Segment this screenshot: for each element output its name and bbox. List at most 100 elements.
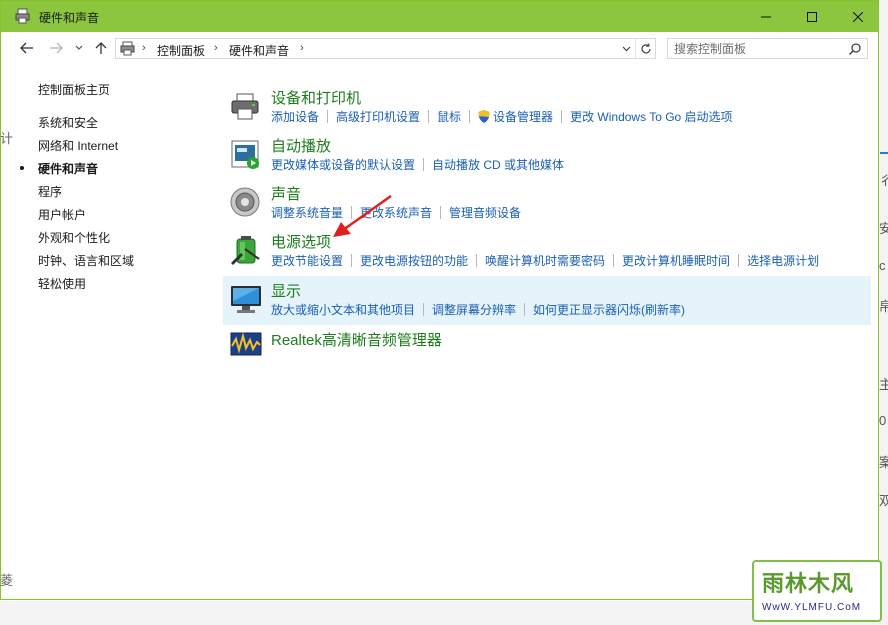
address-bar[interactable]: › 控制面板 › 硬件和声音 › [115, 38, 656, 59]
link-divider [351, 254, 353, 267]
background-text: 主 [879, 377, 888, 392]
background-text: 0 [879, 413, 887, 428]
background-text: 案 [879, 455, 888, 470]
forward-button[interactable] [48, 40, 64, 56]
uac-shield-icon [478, 110, 490, 123]
site-watermark: 雨林木风 WwW.YLMFU.CoM [752, 560, 882, 622]
category-devices-printers: 设备和打印机 添加设备 高级打印机设置 鼠标 设备管理器 更改 Windows To G… [223, 85, 871, 131]
sidebar-item-appearance[interactable]: 外观和个性化 [38, 229, 110, 246]
chevron-down-icon [75, 45, 83, 50]
recent-locations-button[interactable] [73, 40, 85, 56]
sidebar-item-ease-of-access[interactable]: 轻松使用 [38, 275, 86, 292]
category-links: 更改节能设置 更改电源按钮的功能 唤醒计算机时需要密码 更改计算机睡眠时间 选择电源计划 [271, 252, 819, 269]
category-title[interactable]: 声音 [271, 183, 301, 204]
up-button[interactable] [93, 40, 109, 56]
link-fix-flicker[interactable]: 如何更正显示器闪烁(刷新率) [533, 301, 685, 318]
breadcrumb-separator: › [142, 42, 146, 54]
control-panel-icon [120, 41, 135, 56]
breadcrumb-control-panel[interactable]: 控制面板 [157, 42, 205, 59]
maximize-icon [807, 11, 817, 22]
realtek-audio-icon [230, 332, 262, 356]
close-icon [853, 11, 863, 22]
link-advanced-printer-settings[interactable]: 高级打印机设置 [336, 108, 420, 125]
minimize-button[interactable] [743, 1, 789, 32]
sidebar-item-network-internet[interactable]: 网络和 Internet [38, 137, 118, 154]
link-divider [469, 110, 471, 123]
link-change-media-defaults[interactable]: 更改媒体或设备的默认设置 [271, 156, 415, 173]
printer-icon [231, 93, 259, 120]
category-title[interactable]: 电源选项 [271, 231, 331, 252]
chevron-down-icon [622, 46, 630, 51]
link-divider [440, 206, 442, 219]
maximize-button[interactable] [789, 1, 835, 32]
link-change-sleep-time[interactable]: 更改计算机睡眠时间 [622, 252, 730, 269]
address-dropdown-button[interactable] [619, 41, 633, 56]
category-links: 添加设备 高级打印机设置 鼠标 设备管理器 更改 Windows To Go 启动选项 [271, 108, 733, 125]
link-mouse[interactable]: 鼠标 [437, 108, 461, 125]
link-manage-audio-devices[interactable]: 管理音频设备 [449, 204, 521, 221]
link-device-manager[interactable]: 设备管理器 [493, 108, 553, 125]
link-require-password-on-wake[interactable]: 唤醒计算机时需要密码 [485, 252, 605, 269]
background-text: 双 [879, 493, 888, 508]
link-divider [561, 110, 563, 123]
back-arrow-icon [20, 42, 33, 54]
sidebar-item-programs[interactable]: 程序 [38, 183, 62, 200]
search-icon[interactable] [848, 42, 862, 56]
sidebar-item-hardware-sound[interactable]: 硬件和声音 [38, 160, 98, 177]
link-divider [327, 110, 329, 123]
refresh-icon [641, 43, 651, 53]
navigation-bar: › 控制面板 › 硬件和声音 › [1, 32, 878, 65]
title-bar[interactable]: 硬件和声音 [1, 1, 878, 32]
link-power-button-function[interactable]: 更改电源按钮的功能 [360, 252, 468, 269]
link-divider [423, 158, 425, 171]
background-text: с [879, 258, 886, 273]
category-links: 调整系统音量 更改系统声音 管理音频设备 [271, 204, 521, 221]
sidebar-item-clock-language-region[interactable]: 时钟、语言和区域 [38, 252, 134, 269]
link-divider [524, 303, 526, 316]
link-screen-resolution[interactable]: 调整屏幕分辨率 [432, 301, 516, 318]
hardware-sound-icon [15, 8, 30, 24]
battery-icon [231, 236, 260, 265]
close-button[interactable] [835, 1, 881, 32]
link-autoplay-cd[interactable]: 自动播放 CD 或其他媒体 [432, 156, 564, 173]
search-input[interactable] [674, 40, 844, 57]
link-divider [613, 254, 615, 267]
background-text: 安 [879, 221, 888, 236]
annotation-arrow [333, 194, 392, 237]
search-box[interactable] [667, 38, 868, 59]
background-text: 菱 [0, 573, 14, 588]
active-item-bullet [20, 166, 24, 170]
back-button[interactable] [19, 40, 35, 56]
link-choose-power-plan[interactable]: 选择电源计划 [747, 252, 819, 269]
link-change-power-saving[interactable]: 更改节能设置 [271, 252, 343, 269]
link-add-device[interactable]: 添加设备 [271, 108, 319, 125]
category-title[interactable]: 设备和打印机 [271, 87, 361, 108]
watermark-logo: 雨林木风 [762, 571, 855, 596]
control-panel-window: 硬件和声音 › 控制面板 › 硬件和声音 › 搜索控制面板 控制面板主页 系统和… [0, 0, 879, 600]
sidebar-item-system-security[interactable]: 系统和安全 [38, 114, 98, 131]
category-title[interactable]: 自动播放 [271, 135, 331, 156]
category-links: 放大或缩小文本和其他项目 调整屏幕分辨率 如何更正显示器闪烁(刷新率) [271, 301, 685, 318]
background-accent-line [880, 152, 888, 154]
background-window-strip: 彳 安 с 帛 主 0 案 双 [879, 0, 888, 625]
link-windows-to-go[interactable]: 更改 Windows To Go 启动选项 [570, 108, 732, 125]
category-power-options: 电源选项 更改节能设置 更改电源按钮的功能 唤醒计算机时需要密码 更改计算机睡眠时间选… [223, 229, 871, 275]
category-title[interactable]: 显示 [271, 280, 301, 301]
link-divider [423, 303, 425, 316]
breadcrumb-separator: › [300, 42, 304, 54]
minimize-icon [761, 16, 771, 17]
breadcrumb-hardware-sound[interactable]: 硬件和声音 [229, 42, 289, 59]
background-text: 计 [0, 131, 14, 146]
link-divider [428, 110, 430, 123]
link-text-size[interactable]: 放大或缩小文本和其他项目 [271, 301, 415, 318]
category-sound: 声音 调整系统音量 更改系统声音 管理音频设备 [223, 181, 871, 227]
sidebar-item-user-accounts[interactable]: 用户帐户 [38, 206, 86, 223]
category-title[interactable]: Realtek高清晰音频管理器 [271, 329, 442, 350]
autoplay-icon [231, 140, 259, 169]
forward-arrow-icon [50, 42, 63, 54]
sidebar-item-home[interactable]: 控制面板主页 [38, 81, 110, 98]
category-display: 显示 放大或缩小文本和其他项目 调整屏幕分辨率 如何更正显示器闪烁(刷新率) [223, 276, 871, 325]
refresh-button[interactable] [635, 39, 656, 58]
background-text: 彳 [879, 173, 888, 188]
link-divider [738, 254, 740, 267]
